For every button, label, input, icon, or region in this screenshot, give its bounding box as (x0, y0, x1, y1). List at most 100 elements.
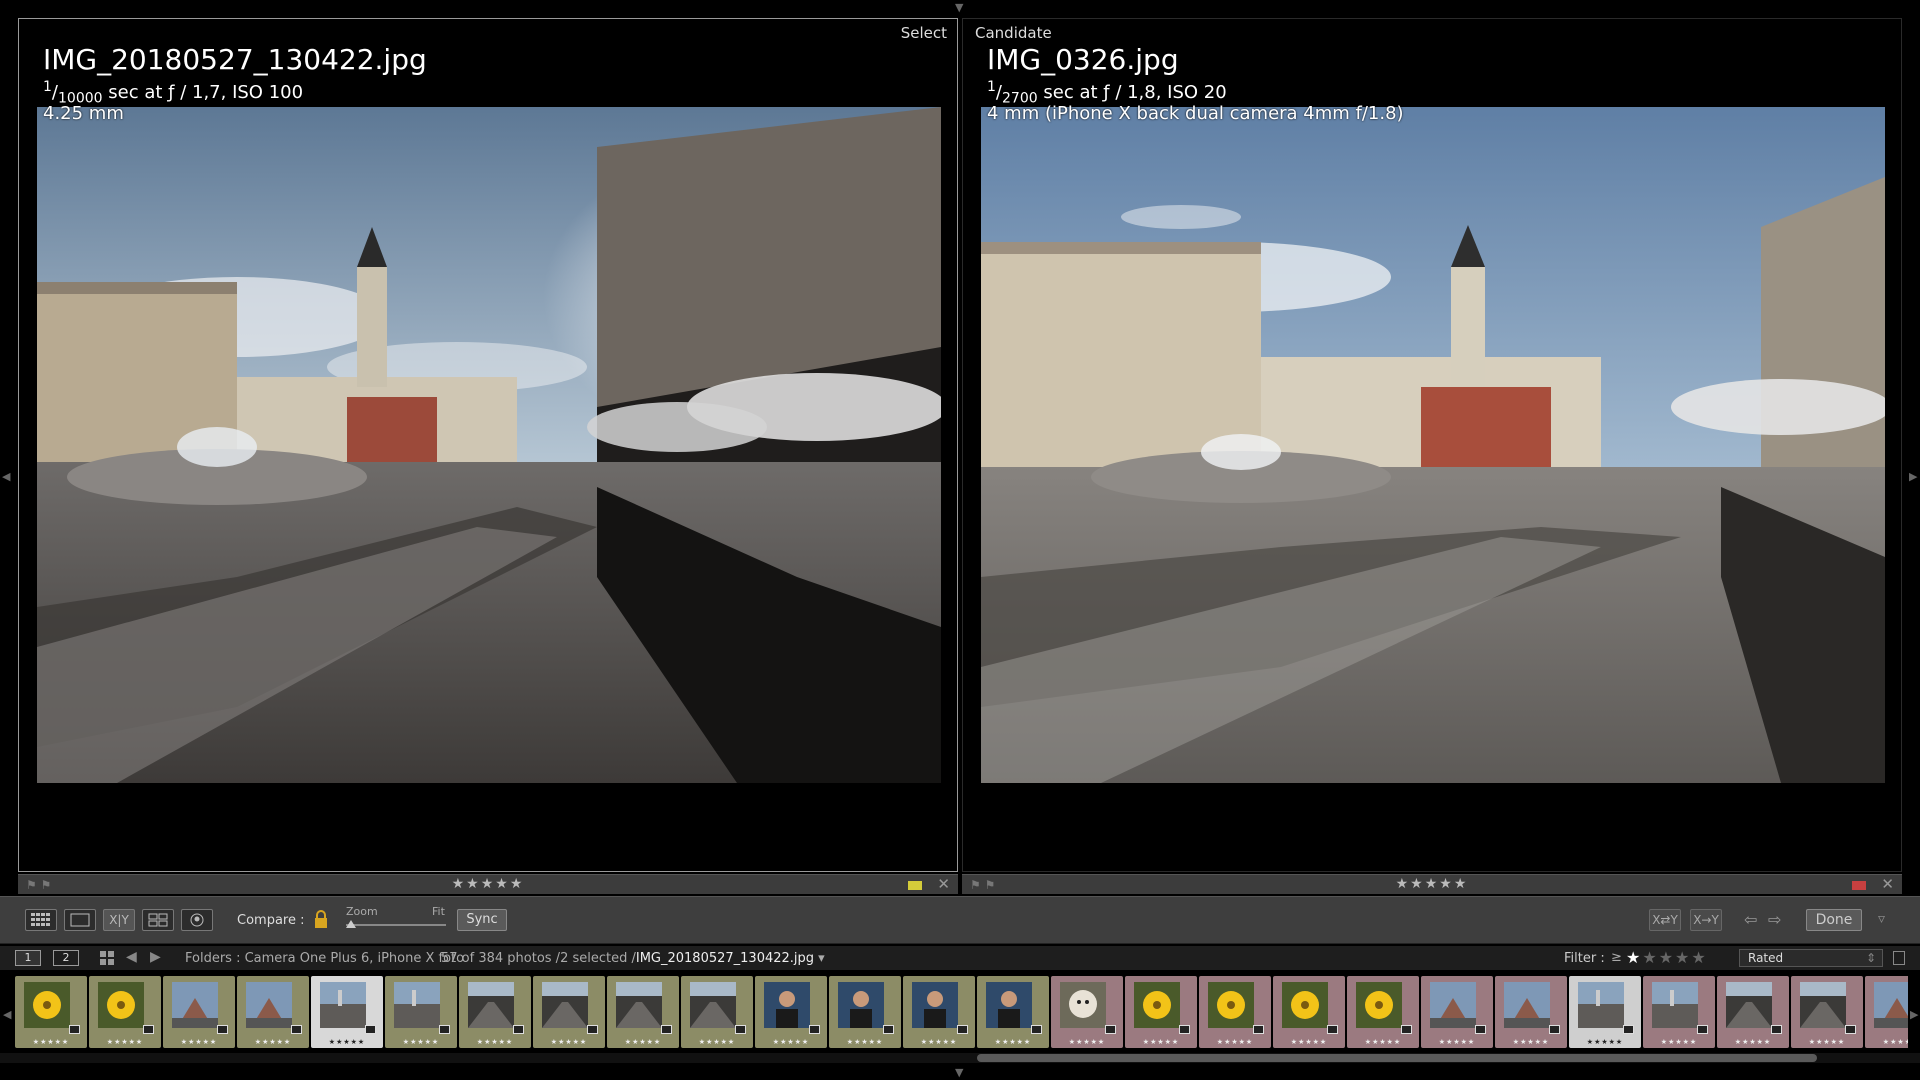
thumbnail-image (1874, 982, 1908, 1028)
filmstrip-thumbnail[interactable]: ★★★★★ (1051, 976, 1123, 1048)
filmstrip-thumbnail[interactable]: ★★★★★ (1865, 976, 1908, 1048)
filmstrip-scroll-thumb[interactable] (977, 1054, 1817, 1062)
filmstrip-thumbnail[interactable]: ★★★★★ (1273, 976, 1345, 1048)
edit-badge-icon (1623, 1025, 1634, 1034)
left-panel-toggle-icon[interactable]: ◀ (2, 470, 10, 483)
filmstrip-thumbnail[interactable]: ★★★★★ (311, 976, 383, 1048)
photo-count[interactable]: 57 of 384 photos /2 selected /IMG_201805… (441, 951, 825, 966)
filmstrip-thumbnail[interactable]: ★★★★★ (1125, 976, 1197, 1048)
thumbnail-rating: ★★★★★ (846, 1038, 884, 1046)
thumbnail-image (1134, 982, 1180, 1028)
make-select-button[interactable]: X→Y (1690, 909, 1722, 931)
source-breadcrumb[interactable]: Folders : Camera One Plus 6, iPhone X fo… (185, 951, 464, 966)
edit-badge-icon (1697, 1025, 1708, 1034)
forward-arrow-icon[interactable]: ▶ (150, 949, 161, 965)
thumbnail-image (764, 982, 810, 1028)
filmstrip-thumbnail[interactable]: ★★★★★ (1569, 976, 1641, 1048)
survey-view-icon[interactable] (142, 909, 174, 931)
thumbnail-rating: ★★★★★ (254, 1038, 292, 1046)
filmstrip-thumbnail[interactable]: ★★★★★ (1791, 976, 1863, 1048)
filter-stars[interactable]: ★★★★★ (1626, 948, 1708, 967)
filmstrip-thumbnail[interactable]: ★★★★★ (607, 976, 679, 1048)
filter-label: Filter : (1564, 951, 1605, 966)
filmstrip-left-arrow-icon[interactable]: ◀ (3, 1008, 11, 1021)
thumbnail-rating: ★★★★★ (1882, 1038, 1908, 1046)
candidate-pane[interactable]: Candidate IMG_0326.jpg 1/2700 sec at ƒ /… (962, 18, 1902, 872)
thumbnail-rating: ★★★★★ (1586, 1038, 1624, 1046)
zoom-slider-thumb[interactable] (346, 920, 356, 928)
grid-icon[interactable] (100, 951, 114, 965)
filmstrip-thumbnail[interactable]: ★★★★★ (459, 976, 531, 1048)
thumbnail-rating: ★★★★★ (1142, 1038, 1180, 1046)
fit-label: Fit (432, 905, 445, 918)
close-icon[interactable]: ✕ (1881, 875, 1894, 893)
filter-operator[interactable]: ≥ (1611, 950, 1622, 965)
thumbnail-rating: ★★★★★ (1216, 1038, 1254, 1046)
right-panel-toggle-icon[interactable]: ▶ (1909, 470, 1917, 483)
lightroom-compare-view: Select IMG_20180527_130422.jpg 1/10000 s… (0, 0, 1920, 1080)
candidate-focal-length: 4 mm (iPhone X back dual camera 4mm f/1.… (987, 103, 1404, 124)
thumbnail-rating: ★★★★★ (1290, 1038, 1328, 1046)
select-rating[interactable]: ★★★★★ (452, 876, 525, 892)
close-icon[interactable]: ✕ (937, 875, 950, 893)
candidate-color-label[interactable] (1852, 881, 1866, 890)
people-view-icon[interactable] (181, 909, 213, 931)
thumbnail-image (542, 982, 588, 1028)
candidate-photo[interactable] (981, 107, 1885, 783)
lock-icon[interactable] (313, 909, 329, 931)
thumbnail-image (320, 982, 366, 1028)
zoom-slider[interactable] (346, 924, 446, 926)
thumbnail-image (98, 982, 144, 1028)
filmstrip-thumbnail[interactable]: ★★★★★ (163, 976, 235, 1048)
swap-button[interactable]: X⇄Y (1649, 909, 1681, 931)
edit-badge-icon (1549, 1025, 1560, 1034)
filmstrip-thumbnail[interactable]: ★★★★★ (755, 976, 827, 1048)
flag-icons[interactable]: ⚑ ⚑ (26, 878, 51, 892)
done-button[interactable]: Done (1806, 909, 1862, 931)
select-pane[interactable]: Select IMG_20180527_130422.jpg 1/10000 s… (18, 18, 958, 872)
filmstrip-thumbnail[interactable]: ★★★★★ (681, 976, 753, 1048)
back-arrow-icon[interactable]: ◀ (126, 949, 137, 965)
filmstrip-thumbnail[interactable]: ★★★★★ (385, 976, 457, 1048)
previous-arrow-icon[interactable]: ⇦ (1744, 910, 1757, 929)
thumbnail-rating: ★★★★★ (1808, 1038, 1846, 1046)
thumbnail-image (1060, 982, 1106, 1028)
filmstrip-thumbnail[interactable]: ★★★★★ (237, 976, 309, 1048)
filmstrip-thumbnail[interactable]: ★★★★★ (1347, 976, 1419, 1048)
filter-lock-icon[interactable] (1893, 951, 1905, 965)
next-arrow-icon[interactable]: ⇨ (1768, 910, 1781, 929)
loupe-view-icon[interactable] (64, 909, 96, 931)
secondary-monitor-button[interactable]: 2 (53, 950, 79, 966)
filmstrip-thumbnail[interactable]: ★★★★★ (903, 976, 975, 1048)
filmstrip-header: 1 2 ◀ ▶ Folders : Camera One Plus 6, iPh… (0, 946, 1920, 970)
compare-label: Compare : (237, 913, 305, 928)
edit-badge-icon (291, 1025, 302, 1034)
filmstrip-thumbnail[interactable]: ★★★★★ (977, 976, 1049, 1048)
bottom-panel-toggle-icon[interactable]: ▼ (955, 1066, 963, 1079)
filmstrip-thumbnail[interactable]: ★★★★★ (89, 976, 161, 1048)
toolbar-menu-icon[interactable]: ▿ (1878, 911, 1885, 927)
select-color-label[interactable] (908, 881, 922, 890)
filmstrip-right-arrow-icon[interactable]: ▶ (1910, 1008, 1918, 1021)
filmstrip[interactable]: ★★★★★ ★★★★★ ★★★★★ ★★★★★ ★★★★★ ★★★★★ ★★★★★ ★★★★★… (12, 972, 1908, 1052)
filmstrip-thumbnail[interactable]: ★★★★★ (15, 976, 87, 1048)
filmstrip-thumbnail[interactable]: ★★★★★ (1717, 976, 1789, 1048)
thumbnail-rating: ★★★★★ (1364, 1038, 1402, 1046)
filter-dropdown[interactable]: Rated ⇕ (1739, 949, 1883, 967)
filmstrip-thumbnail[interactable]: ★★★★★ (1643, 976, 1715, 1048)
primary-monitor-button[interactable]: 1 (15, 950, 41, 966)
top-panel-toggle-icon[interactable]: ▼ (955, 1, 963, 14)
filmstrip-thumbnail[interactable]: ★★★★★ (1495, 976, 1567, 1048)
compare-view-button[interactable]: X|Y (103, 909, 135, 931)
select-photo[interactable] (37, 107, 941, 783)
candidate-rating[interactable]: ★★★★★ (1396, 876, 1469, 892)
sync-button[interactable]: Sync (457, 909, 507, 931)
grid-view-icon[interactable] (25, 909, 57, 931)
filmstrip-thumbnail[interactable]: ★★★★★ (533, 976, 605, 1048)
filmstrip-thumbnail[interactable]: ★★★★★ (1199, 976, 1271, 1048)
filmstrip-thumbnail[interactable]: ★★★★★ (1421, 976, 1493, 1048)
flag-icons[interactable]: ⚑ ⚑ (970, 878, 995, 892)
filmstrip-thumbnail[interactable]: ★★★★★ (829, 976, 901, 1048)
thumbnail-image (1208, 982, 1254, 1028)
edit-badge-icon (217, 1025, 228, 1034)
